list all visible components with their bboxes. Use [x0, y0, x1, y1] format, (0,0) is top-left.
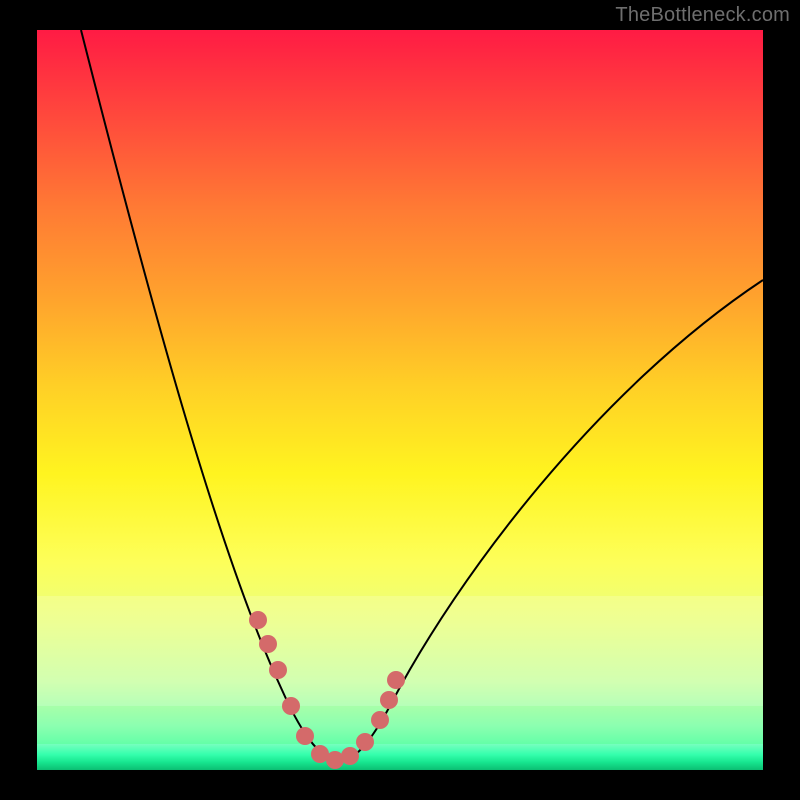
plot-area — [37, 30, 763, 770]
bottleneck-curve — [81, 30, 763, 761]
watermark-text: TheBottleneck.com — [615, 4, 790, 27]
chart-frame: TheBottleneck.com — [0, 0, 800, 800]
curve-layer — [37, 30, 763, 770]
highlight-markers — [249, 611, 405, 769]
